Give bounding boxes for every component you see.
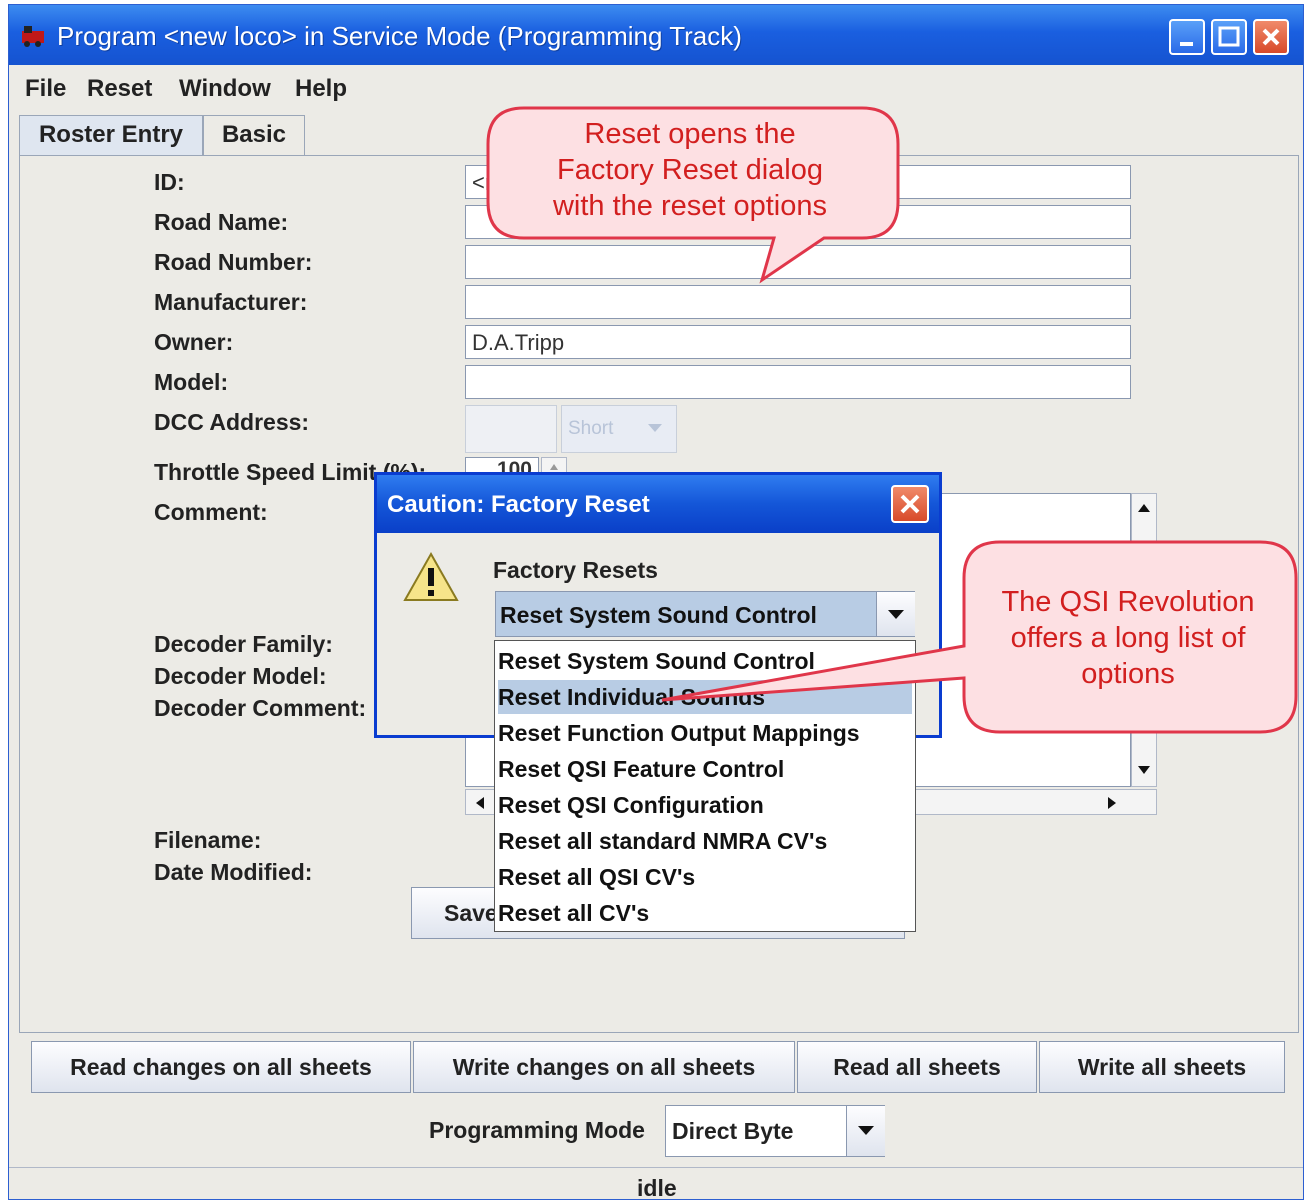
- maximize-icon: [1218, 26, 1240, 47]
- option-reset-qsi-feature[interactable]: Reset QSI Feature Control: [498, 752, 912, 786]
- model-label: Model:: [154, 369, 229, 395]
- dialog-close-button[interactable]: [891, 485, 929, 523]
- scroll-left-icon: [476, 797, 484, 809]
- decoder-family-label: Decoder Family:: [154, 631, 333, 657]
- tab-basic[interactable]: Basic: [203, 115, 305, 155]
- option-reset-all-cvs[interactable]: Reset all CV's: [498, 896, 912, 930]
- warning-icon: [403, 551, 459, 601]
- title-bar: Program <new loco> in Service Mode (Prog…: [9, 5, 1303, 65]
- programming-mode-arrow[interactable]: [846, 1106, 885, 1156]
- reset-callout-line-3: with the reset options: [552, 190, 828, 222]
- reset-callout-line-1: Reset opens the: [584, 118, 796, 150]
- chevron-down-icon: [858, 1126, 874, 1135]
- chevron-down-icon: [648, 424, 662, 432]
- qsi-callout-line-2: offers a long list of: [1010, 622, 1246, 654]
- filename-label: Filename:: [154, 827, 262, 853]
- manufacturer-field[interactable]: [465, 285, 1131, 319]
- read-all-sheets-button[interactable]: Read all sheets: [797, 1041, 1037, 1093]
- status-text: idle: [637, 1175, 677, 1201]
- programming-mode-label: Programming Mode: [429, 1117, 645, 1143]
- dcc-address-type-select[interactable]: Short: [561, 405, 677, 453]
- reset-callout-line-2: Factory Reset dialog: [557, 154, 823, 186]
- close-icon: [900, 494, 920, 514]
- scroll-up-icon: [1138, 504, 1150, 512]
- dcc-address-label: DCC Address:: [154, 409, 310, 435]
- programming-mode-value: Direct Byte: [672, 1118, 794, 1144]
- dialog-title-bar: Caution: Factory Reset: [377, 475, 939, 533]
- option-reset-nmra-cvs[interactable]: Reset all standard NMRA CV's: [498, 824, 912, 858]
- decoder-comment-label: Decoder Comment:: [154, 695, 367, 721]
- date-modified-label: Date Modified:: [154, 859, 313, 885]
- dcc-address-field[interactable]: [465, 405, 557, 453]
- programming-mode-select[interactable]: Direct Byte: [665, 1105, 885, 1157]
- road-number-label: Road Number:: [154, 249, 313, 275]
- read-changes-button[interactable]: Read changes on all sheets: [31, 1041, 411, 1093]
- reset-callout-text: Reset opens the Factory Reset dialog wit…: [500, 116, 880, 224]
- window-title: Program <new loco> in Service Mode (Prog…: [57, 21, 742, 51]
- status-divider: [9, 1167, 1303, 1168]
- model-field[interactable]: [465, 365, 1131, 399]
- minimize-button[interactable]: [1169, 19, 1205, 55]
- save-button-label: Save: [444, 900, 498, 926]
- decoder-model-label: Decoder Model:: [154, 663, 327, 689]
- owner-label: Owner:: [154, 329, 234, 355]
- qsi-callout-line-3: options: [1081, 658, 1175, 690]
- road-name-label: Road Name:: [154, 209, 289, 235]
- menu-file[interactable]: File: [25, 75, 66, 103]
- train-icon: [22, 26, 44, 47]
- qsi-callout-line-1: The QSI Revolution: [1001, 586, 1255, 618]
- qsi-callout-text: The QSI Revolution offers a long list of…: [976, 584, 1280, 692]
- minimize-icon: [1180, 42, 1193, 46]
- id-label: ID:: [154, 169, 185, 195]
- tab-roster-entry[interactable]: Roster Entry: [19, 115, 203, 155]
- dcc-address-type-value: Short: [568, 418, 614, 439]
- manufacturer-label: Manufacturer:: [154, 289, 308, 315]
- close-icon: [1262, 28, 1280, 46]
- owner-field[interactable]: D.A.Tripp: [465, 325, 1131, 359]
- close-button[interactable]: [1253, 19, 1289, 55]
- menu-reset[interactable]: Reset: [87, 75, 152, 103]
- scroll-down-icon: [1138, 766, 1150, 774]
- write-changes-button[interactable]: Write changes on all sheets: [413, 1041, 795, 1093]
- dialog-title: Caution: Factory Reset: [387, 491, 650, 518]
- option-reset-qsi-cvs[interactable]: Reset all QSI CV's: [498, 860, 912, 894]
- option-reset-qsi-configuration[interactable]: Reset QSI Configuration: [498, 788, 912, 822]
- comment-label: Comment:: [154, 499, 268, 525]
- maximize-button[interactable]: [1211, 19, 1247, 55]
- write-all-sheets-button[interactable]: Write all sheets: [1039, 1041, 1285, 1093]
- scroll-right-icon: [1108, 797, 1116, 809]
- menu-help[interactable]: Help: [295, 75, 347, 103]
- menu-window[interactable]: Window: [179, 75, 271, 103]
